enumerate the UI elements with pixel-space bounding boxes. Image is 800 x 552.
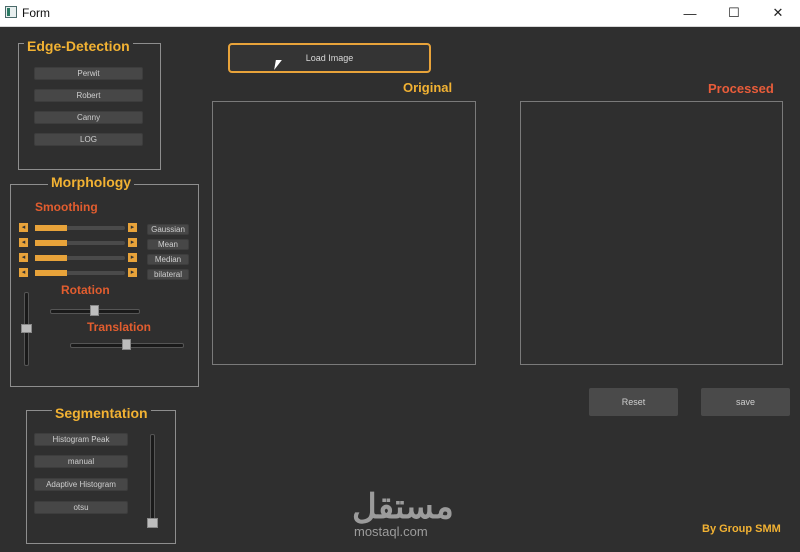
perwit-button[interactable]: Perwit bbox=[34, 67, 143, 80]
segmentation-vertical-slider[interactable] bbox=[150, 434, 155, 528]
processed-label: Processed bbox=[708, 81, 774, 96]
slider-fill bbox=[35, 225, 68, 231]
minimize-button[interactable]: — bbox=[668, 0, 712, 26]
slider-decrease-button[interactable]: ◂ bbox=[19, 238, 28, 247]
segmentation-title: Segmentation bbox=[52, 405, 151, 421]
smoothing-slider-2[interactable]: ◂ ▸ bbox=[19, 238, 139, 248]
smoothing-slider-3[interactable]: ◂ ▸ bbox=[19, 253, 139, 263]
maximize-button[interactable]: ☐ bbox=[712, 0, 756, 26]
mean-button[interactable]: Mean bbox=[147, 239, 189, 250]
translation-label: Translation bbox=[87, 320, 152, 334]
slider-decrease-button[interactable]: ◂ bbox=[19, 223, 28, 232]
slider-increase-button[interactable]: ▸ bbox=[128, 253, 137, 262]
slider-increase-button[interactable]: ▸ bbox=[128, 238, 137, 247]
morphology-title: Morphology bbox=[48, 174, 135, 190]
app-icon bbox=[5, 6, 17, 18]
slider-track[interactable] bbox=[35, 240, 125, 246]
save-button[interactable]: save bbox=[701, 388, 790, 416]
slider-decrease-button[interactable]: ◂ bbox=[19, 268, 28, 277]
slider-increase-button[interactable]: ▸ bbox=[128, 223, 137, 232]
smoothing-slider-4[interactable]: ◂ ▸ bbox=[19, 268, 139, 278]
otsu-button[interactable]: otsu bbox=[34, 501, 128, 514]
edge-detection-group bbox=[18, 43, 161, 170]
adaptive-histogram-button[interactable]: Adaptive Histogram bbox=[34, 478, 128, 491]
segmentation-vertical-slider-handle[interactable] bbox=[147, 518, 158, 528]
rotation-slider-handle[interactable] bbox=[90, 305, 99, 316]
slider-fill bbox=[35, 270, 68, 276]
watermark-arabic: مستقل bbox=[352, 488, 454, 526]
slider-track[interactable] bbox=[35, 270, 125, 276]
slider-increase-button[interactable]: ▸ bbox=[128, 268, 137, 277]
close-button[interactable]: ✕ bbox=[756, 0, 800, 26]
slider-fill bbox=[35, 240, 68, 246]
median-button[interactable]: Median bbox=[147, 254, 189, 265]
original-image-box bbox=[212, 101, 476, 365]
histogram-peak-button[interactable]: Histogram Peak bbox=[34, 433, 128, 446]
morphology-vertical-slider-handle[interactable] bbox=[21, 324, 32, 333]
slider-fill bbox=[35, 255, 68, 261]
edge-detection-title: Edge-Detection bbox=[24, 38, 133, 54]
slider-track[interactable] bbox=[35, 225, 125, 231]
credit-label: By Group SMM bbox=[702, 523, 781, 535]
window-title: Form bbox=[22, 6, 50, 20]
robert-button[interactable]: Robert bbox=[34, 89, 143, 102]
title-bar: Form — ☐ ✕ bbox=[0, 0, 800, 27]
log-button[interactable]: LOG bbox=[34, 133, 143, 146]
translation-slider-handle[interactable] bbox=[122, 339, 131, 350]
slider-decrease-button[interactable]: ◂ bbox=[19, 253, 28, 262]
canny-button[interactable]: Canny bbox=[34, 111, 143, 124]
smoothing-slider-1[interactable]: ◂ ▸ bbox=[19, 223, 139, 233]
form-client-area: Edge-Detection Perwit Robert Canny LOG M… bbox=[0, 27, 800, 552]
bilateral-button[interactable]: bilateral bbox=[147, 269, 189, 280]
gaussian-button[interactable]: Gaussian bbox=[147, 224, 189, 235]
slider-track[interactable] bbox=[35, 255, 125, 261]
reset-button[interactable]: Reset bbox=[589, 388, 678, 416]
processed-image-box bbox=[520, 101, 783, 365]
watermark-latin: mostaql.com bbox=[354, 524, 428, 539]
original-label: Original bbox=[403, 80, 453, 95]
smoothing-label: Smoothing bbox=[35, 200, 98, 214]
load-image-button[interactable]: Load Image bbox=[228, 43, 431, 73]
manual-button[interactable]: manual bbox=[34, 455, 128, 468]
rotation-label: Rotation bbox=[61, 283, 110, 297]
